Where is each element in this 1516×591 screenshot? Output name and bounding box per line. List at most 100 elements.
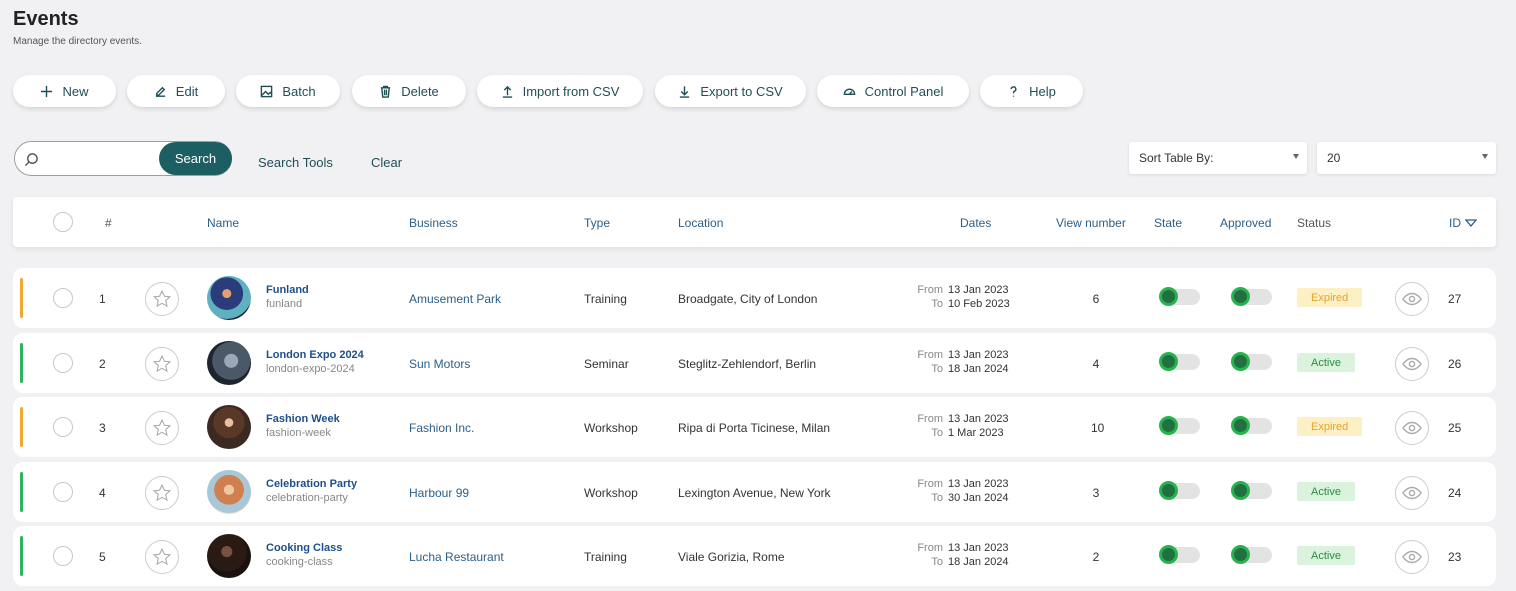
event-avatar xyxy=(207,405,251,449)
status-badge: Active xyxy=(1297,482,1355,501)
approved-toggle[interactable] xyxy=(1231,352,1272,371)
edit-button[interactable]: Edit xyxy=(127,75,225,107)
column-business[interactable]: Business xyxy=(409,216,458,230)
event-avatar xyxy=(207,534,251,578)
event-id: 23 xyxy=(1448,550,1462,564)
event-name-link[interactable]: Funland xyxy=(266,284,309,296)
favorite-button[interactable] xyxy=(145,347,179,381)
dates-to-label: To xyxy=(931,492,943,504)
favorite-button[interactable] xyxy=(145,282,179,316)
status-badge: Active xyxy=(1297,546,1355,565)
trash-icon xyxy=(381,85,391,98)
row-number: 1 xyxy=(99,292,106,306)
table-row[interactable]: 2 London Expo 2024 london-expo-2024 Sun … xyxy=(13,333,1496,393)
page-title: Events xyxy=(13,8,79,30)
event-type: Training xyxy=(584,292,627,306)
event-name-link[interactable]: Fashion Week xyxy=(266,413,340,425)
state-toggle[interactable] xyxy=(1159,352,1200,371)
view-button[interactable] xyxy=(1395,411,1429,445)
image-icon xyxy=(261,85,273,97)
date-from: 13 Jan 2023 xyxy=(948,542,1009,554)
row-number: 5 xyxy=(99,550,106,564)
row-checkbox[interactable] xyxy=(53,546,73,566)
state-toggle[interactable] xyxy=(1159,287,1200,306)
approved-toggle[interactable] xyxy=(1231,287,1272,306)
download-icon xyxy=(680,85,690,98)
status-indicator-bar xyxy=(20,278,23,318)
event-dates: From 13 Jan 2023 To 18 Jan 2024 xyxy=(913,541,1023,569)
row-checkbox[interactable] xyxy=(53,482,73,502)
business-link[interactable]: Fashion Inc. xyxy=(409,421,474,435)
business-link[interactable]: Sun Motors xyxy=(409,357,470,371)
page-size-select[interactable]: 20 xyxy=(1317,142,1496,174)
event-type: Workshop xyxy=(584,486,638,500)
view-button[interactable] xyxy=(1395,282,1429,316)
column-type[interactable]: Type xyxy=(584,216,610,230)
view-button[interactable] xyxy=(1395,540,1429,574)
business-link[interactable]: Amusement Park xyxy=(409,292,501,306)
column-location[interactable]: Location xyxy=(678,216,723,230)
status-indicator-bar xyxy=(20,407,23,447)
sort-select[interactable]: Sort Table By: xyxy=(1129,142,1307,174)
search-button[interactable]: Search xyxy=(159,142,232,175)
date-to: 1 Mar 2023 xyxy=(948,427,1004,439)
favorite-button[interactable] xyxy=(145,540,179,574)
star-icon xyxy=(152,483,172,502)
table-row[interactable]: 5 Cooking Class cooking-class Lucha Rest… xyxy=(13,526,1496,586)
approved-toggle[interactable] xyxy=(1231,545,1272,564)
toggle-knob xyxy=(1159,481,1178,500)
approved-toggle[interactable] xyxy=(1231,481,1272,500)
view-button[interactable] xyxy=(1395,347,1429,381)
help-button[interactable]: Help xyxy=(980,75,1083,107)
event-slug: fashion-week xyxy=(266,427,331,439)
export-csv-button[interactable]: Export to CSV xyxy=(655,75,806,107)
eye-icon xyxy=(1402,550,1422,564)
state-toggle[interactable] xyxy=(1159,416,1200,435)
state-toggle[interactable] xyxy=(1159,481,1200,500)
row-checkbox[interactable] xyxy=(53,417,73,437)
table-row[interactable]: 1 Funland funland Amusement Park Trainin… xyxy=(13,268,1496,328)
event-location: Steglitz-Zehlendorf, Berlin xyxy=(678,357,817,371)
event-name-link[interactable]: Cooking Class xyxy=(266,542,342,554)
table-row[interactable]: 3 Fashion Week fashion-week Fashion Inc.… xyxy=(13,397,1496,457)
column-dates[interactable]: Dates xyxy=(960,216,991,230)
edit-icon xyxy=(155,86,165,97)
row-checkbox[interactable] xyxy=(53,353,73,373)
column-views[interactable]: View number xyxy=(1056,216,1126,230)
search-input[interactable] xyxy=(45,142,165,175)
new-button[interactable]: New xyxy=(13,75,116,107)
search-tools-button[interactable]: Search Tools xyxy=(258,155,333,170)
business-link[interactable]: Lucha Restaurant xyxy=(409,550,504,564)
favorite-button[interactable] xyxy=(145,411,179,445)
dates-from-label: From xyxy=(917,349,943,361)
approved-toggle[interactable] xyxy=(1231,416,1272,435)
state-toggle[interactable] xyxy=(1159,545,1200,564)
status-indicator-bar xyxy=(20,343,23,383)
column-state[interactable]: State xyxy=(1154,216,1182,230)
toggle-knob xyxy=(1231,416,1250,435)
clear-button[interactable]: Clear xyxy=(371,155,402,170)
import-csv-button[interactable]: Import from CSV xyxy=(477,75,643,107)
control-panel-button-label: Control Panel xyxy=(864,83,944,99)
batch-button[interactable]: Batch xyxy=(236,75,340,107)
date-to: 18 Jan 2024 xyxy=(948,556,1009,568)
column-name[interactable]: Name xyxy=(207,216,239,230)
delete-button[interactable]: Delete xyxy=(352,75,466,107)
event-name-link[interactable]: Celebration Party xyxy=(266,478,357,490)
column-status: Status xyxy=(1297,216,1332,230)
dates-from-label: From xyxy=(917,542,943,554)
column-id[interactable]: ID xyxy=(1449,216,1478,230)
row-checkbox[interactable] xyxy=(53,288,73,308)
favorite-button[interactable] xyxy=(145,476,179,510)
view-count: 4 xyxy=(1092,357,1100,371)
status-badge: Expired xyxy=(1297,288,1363,307)
view-button[interactable] xyxy=(1395,476,1429,510)
select-all-checkbox[interactable] xyxy=(53,212,73,232)
control-panel-button[interactable]: Control Panel xyxy=(817,75,969,107)
toggle-knob xyxy=(1231,545,1250,564)
table-row[interactable]: 4 Celebration Party celebration-party Ha… xyxy=(13,462,1496,522)
business-link[interactable]: Harbour 99 xyxy=(409,486,469,500)
star-icon xyxy=(152,547,172,566)
event-name-link[interactable]: London Expo 2024 xyxy=(266,349,364,361)
column-approved[interactable]: Approved xyxy=(1220,216,1271,230)
